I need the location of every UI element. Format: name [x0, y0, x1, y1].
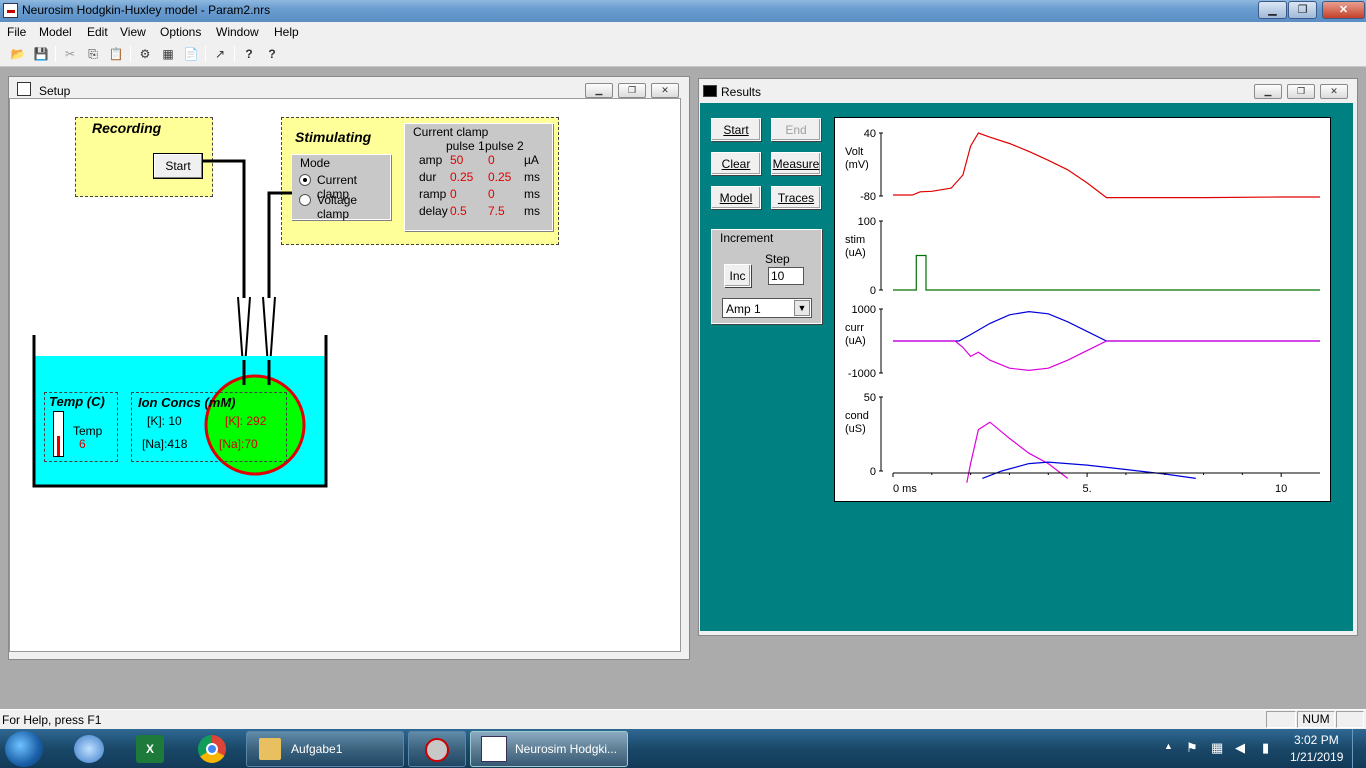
y-axis-unit: (uA) — [845, 247, 866, 259]
k-outside[interactable]: [K]: 10 — [147, 414, 182, 428]
increment-select[interactable]: Amp 1 ▼ — [722, 298, 812, 318]
inc-button[interactable]: Inc — [724, 264, 751, 287]
taskbar-item-neurosim[interactable]: Neurosim Hodgki... — [470, 731, 628, 767]
temp-label: Temp (C) — [49, 394, 105, 409]
ion-concs-panel: Ion Concs (mM) [K]: 10 [Na]:418 [K]: 292… — [131, 392, 287, 462]
increment-label: Increment — [720, 231, 774, 245]
neurosim-icon — [481, 736, 507, 762]
y-axis-label: stim — [845, 234, 865, 246]
start-button[interactable]: Start — [711, 118, 761, 141]
volume-icon[interactable]: ◀ — [1235, 740, 1245, 756]
tool-icon — [425, 738, 449, 762]
ion-concs-label: Ion Concs (mM) — [138, 395, 236, 410]
na-inside[interactable]: [Na]:70 — [219, 437, 258, 451]
status-pane — [1336, 711, 1364, 728]
show-desktop-button[interactable] — [1352, 729, 1366, 768]
y-tick-label: -1000 — [848, 368, 876, 380]
measure-button[interactable]: Measure — [771, 152, 821, 175]
status-pane — [1266, 711, 1296, 728]
status-help-text: For Help, press F1 — [2, 713, 102, 727]
model-button[interactable]: Model — [711, 186, 761, 209]
step-label: Step — [765, 252, 790, 266]
series-line — [893, 132, 1320, 199]
close-button[interactable]: ✕ — [1322, 1, 1365, 19]
maximize-button[interactable]: ❐ — [1288, 1, 1317, 19]
clock-time[interactable]: 3:02 PM — [1294, 733, 1339, 747]
step-input[interactable] — [768, 267, 804, 285]
traces-chart: 40-80Volt(mV)1000stim(uA)1000-1000curr(u… — [845, 128, 1320, 495]
taskbar-item-label: Neurosim Hodgki... — [515, 742, 618, 756]
x-tick-label: 0 ms — [893, 483, 917, 495]
chevron-down-icon[interactable]: ▼ — [794, 300, 810, 316]
network-icon[interactable]: ▦ — [1211, 740, 1223, 756]
x-tick-label: 10 — [1275, 483, 1287, 495]
results-title-bar[interactable]: Results ▁ ❐ ✕ — [699, 79, 1357, 101]
y-axis-unit: (mV) — [845, 159, 869, 171]
excel-icon[interactable]: X — [136, 735, 164, 763]
y-tick-label: 40 — [864, 128, 876, 140]
recording-wire — [203, 159, 246, 298]
series-line — [893, 254, 1320, 291]
increment-select-value: Amp 1 — [726, 302, 761, 316]
chrome-icon[interactable] — [198, 735, 226, 763]
y-tick-label: 0 — [870, 285, 876, 297]
x-tick-label: 5. — [1082, 483, 1091, 495]
temp-value[interactable]: 6 — [79, 437, 86, 451]
y-tick-label: 1000 — [852, 304, 876, 316]
y-axis-label: Volt — [845, 146, 863, 158]
thunderbird-icon[interactable] — [74, 735, 104, 763]
end-button[interactable]: End — [771, 118, 821, 141]
results-maximize-button[interactable]: ❐ — [1287, 84, 1315, 99]
y-axis-unit: (uS) — [845, 423, 866, 435]
thermometer-icon[interactable] — [53, 411, 64, 457]
increment-group: Increment Inc Step Amp 1 ▼ — [711, 229, 822, 324]
results-close-button[interactable]: ✕ — [1320, 84, 1348, 99]
y-tick-label: -80 — [860, 191, 876, 203]
y-tick-label: 100 — [858, 216, 876, 228]
num-lock-indicator: NUM — [1297, 711, 1335, 728]
power-icon[interactable]: ▮ — [1262, 740, 1269, 756]
results-title: Results — [721, 85, 762, 99]
chrome-center — [206, 743, 218, 755]
results-minimize-button[interactable]: ▁ — [1254, 84, 1282, 99]
tray-expand-icon[interactable]: ▲ — [1164, 741, 1173, 751]
taskbar-item-tool[interactable] — [408, 731, 466, 767]
folder-icon — [259, 738, 281, 760]
clock-date[interactable]: 1/21/2019 — [1290, 750, 1343, 764]
taskbar-item-label: Aufgabe1 — [291, 742, 343, 756]
flag-icon[interactable]: ⚑ — [1186, 740, 1198, 756]
series-line — [966, 421, 1069, 483]
na-outside[interactable]: [Na]:418 — [142, 437, 187, 451]
temp-name: Temp — [73, 424, 103, 438]
results-plot: 40 -80 Volt (mV) 100 0 stim (uA) 1000 -1000 curr (u… — [834, 117, 1331, 502]
start-orb-icon[interactable] — [5, 731, 43, 767]
series-line — [982, 461, 1196, 479]
thermometer-level — [57, 436, 60, 456]
traces-button[interactable]: Traces — [771, 186, 821, 209]
series-line — [893, 340, 1320, 372]
y-axis-label: cond — [845, 410, 869, 422]
y-tick-label: 50 — [864, 392, 876, 404]
results-window-icon — [703, 85, 717, 97]
y-tick-label: 0 — [870, 466, 876, 478]
temp-panel: Temp (C) Temp 6 — [44, 392, 118, 462]
y-axis-unit: (uA) — [845, 335, 866, 347]
k-inside[interactable]: [K]: 292 — [225, 414, 266, 428]
stimulating-wire — [267, 191, 292, 298]
y-axis-label: curr — [845, 322, 864, 334]
clear-button[interactable]: Clear — [711, 152, 761, 175]
series-line — [893, 310, 1320, 342]
minimize-button[interactable]: ▁ — [1258, 1, 1287, 19]
status-bar: For Help, press F1 NUM — [0, 709, 1366, 729]
taskbar-item-aufgabe1[interactable]: Aufgabe1 — [246, 731, 404, 767]
taskbar: X Aufgabe1 Neurosim Hodgki... ▲ ⚑ ▦ ◀ ▮ … — [0, 729, 1366, 768]
